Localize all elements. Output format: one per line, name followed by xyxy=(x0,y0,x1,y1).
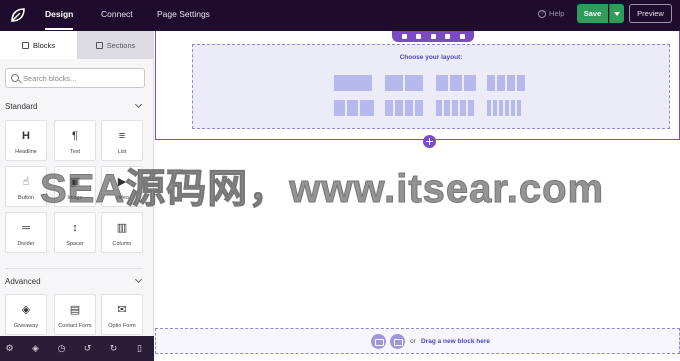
layout-4-columns[interactable] xyxy=(487,75,525,91)
dropzone-text: Drag a new block here xyxy=(421,338,490,345)
layout-1-column[interactable] xyxy=(334,75,372,91)
save-options-dropdown[interactable] xyxy=(609,4,624,23)
layout-chooser: Choose your layout: xyxy=(192,44,670,129)
standard-title: Standard xyxy=(5,102,38,111)
chevron-down-icon xyxy=(134,275,143,284)
history-icon[interactable]: ◷ xyxy=(57,344,66,353)
question-icon: ? xyxy=(538,9,546,18)
tab-page-settings[interactable]: Page Settings xyxy=(157,0,210,31)
block-label: Giveaway xyxy=(13,323,39,329)
move-icon[interactable] xyxy=(401,34,407,39)
save-template-icon[interactable] xyxy=(430,34,436,39)
spacer-icon: ↕ xyxy=(72,222,78,234)
contact-form-icon: ▤ xyxy=(69,304,81,316)
block-label: Spacer xyxy=(66,241,84,247)
builder-app: Design Connect Page Settings ? Help Save… xyxy=(0,0,680,361)
mobile-preview-icon[interactable]: ▯ xyxy=(135,344,144,353)
preview-button[interactable]: Preview xyxy=(629,4,672,23)
redo-icon[interactable]: ↻ xyxy=(109,344,118,353)
search-icon xyxy=(11,74,19,82)
help-link[interactable]: ? Help xyxy=(538,9,564,18)
giveaway-icon: ◈ xyxy=(21,304,31,316)
watermark-text: SEA源码网，www.itsear.com xyxy=(39,167,605,212)
list-icon: ≡ xyxy=(118,130,126,142)
layout-wide-left[interactable] xyxy=(334,100,374,116)
block-label: Text xyxy=(69,149,81,155)
settings-gear-icon[interactable]: ⚙ xyxy=(5,344,14,353)
duplicate-icon[interactable] xyxy=(445,34,450,39)
divider-icon: ═ xyxy=(22,222,30,234)
search-placeholder: Search blocks... xyxy=(23,74,77,83)
block-list[interactable]: ≡ List xyxy=(101,120,143,161)
blocks-icon xyxy=(21,41,29,49)
tab-connect[interactable]: Connect xyxy=(101,0,133,31)
block-label: Headline xyxy=(15,149,37,155)
block-label: Contact Form xyxy=(58,323,92,329)
layers-icon[interactable]: ◈ xyxy=(31,344,40,353)
top-bar: Design Connect Page Settings ? Help Save… xyxy=(0,0,680,31)
section-frame[interactable]: Choose your layout: xyxy=(155,31,680,140)
seedprod-logo-icon[interactable] xyxy=(9,6,27,24)
block-label: Divider xyxy=(17,241,35,247)
section-toolbar xyxy=(392,31,474,42)
layout-3-columns[interactable] xyxy=(436,75,476,91)
trash-icon[interactable] xyxy=(459,34,465,39)
block-text[interactable]: ¶ Text xyxy=(54,120,96,161)
advanced-section-header[interactable]: Advanced xyxy=(5,275,143,286)
block-dropzone[interactable]: or Drag a new block here xyxy=(155,328,680,354)
block-column[interactable]: ▥ Column xyxy=(101,212,143,253)
tab-design[interactable]: Design xyxy=(45,0,74,31)
settings-icon[interactable] xyxy=(416,34,421,39)
column-icon: ▥ xyxy=(116,222,128,234)
add-template-icon[interactable] xyxy=(390,334,405,349)
bottom-toolbar: ⚙ ◈ ◷ ↺ ↻ ▯ xyxy=(0,336,154,361)
paragraph-icon: ¶ xyxy=(72,130,78,142)
tab-blocks-label: Blocks xyxy=(32,40,56,50)
block-giveaway[interactable]: ◈ Giveaway xyxy=(5,294,47,335)
help-label: Help xyxy=(549,9,565,18)
layout-5-columns[interactable] xyxy=(436,100,474,116)
block-divider[interactable]: ═ Divider xyxy=(5,212,47,253)
block-label: Optin Form xyxy=(108,323,136,329)
search-input[interactable]: Search blocks... xyxy=(5,68,145,88)
block-spacer[interactable]: ↕ Spacer xyxy=(54,212,96,253)
sections-icon xyxy=(95,41,103,49)
block-optin-form[interactable]: ✉ Optin Form xyxy=(101,294,143,335)
layout-6-columns[interactable] xyxy=(487,100,521,116)
block-headline[interactable]: H Headline xyxy=(5,120,47,161)
layout-wide-right[interactable] xyxy=(385,100,423,116)
tab-sections[interactable]: Sections xyxy=(77,31,153,59)
block-label: Column xyxy=(112,241,132,247)
section-divider xyxy=(5,268,143,269)
tab-blocks[interactable]: Blocks xyxy=(0,31,77,59)
chevron-down-icon xyxy=(134,100,143,109)
block-label: List xyxy=(117,149,127,155)
save-button[interactable]: Save xyxy=(577,4,608,23)
add-section-icon[interactable] xyxy=(371,334,386,349)
dropzone-or: or xyxy=(410,338,416,345)
headline-icon: H xyxy=(22,130,30,142)
layout-2-columns[interactable] xyxy=(385,75,423,91)
envelope-icon: ✉ xyxy=(117,304,127,316)
layout-title: Choose your layout: xyxy=(399,54,463,61)
block-contact-form[interactable]: ▤ Contact Form xyxy=(54,294,96,335)
standard-section-header[interactable]: Standard xyxy=(5,100,143,111)
sidebar-tabs: Blocks Sections xyxy=(0,31,153,59)
tab-sections-label: Sections xyxy=(106,40,136,50)
add-section-button[interactable] xyxy=(423,135,436,148)
undo-icon[interactable]: ↺ xyxy=(83,344,92,353)
advanced-title: Advanced xyxy=(5,277,41,286)
